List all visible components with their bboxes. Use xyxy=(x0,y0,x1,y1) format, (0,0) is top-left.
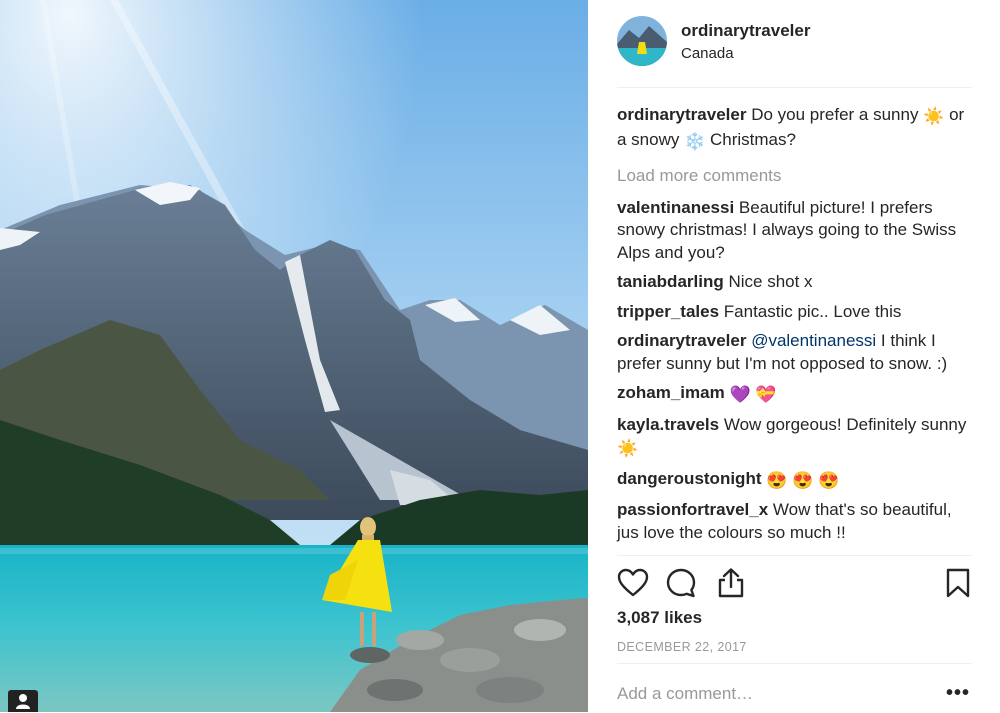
comment-username[interactable]: ordinarytraveler xyxy=(617,331,746,350)
add-comment-input[interactable] xyxy=(617,684,917,704)
post-photo[interactable] xyxy=(0,0,588,712)
caption-text-1: Do you prefer a sunny xyxy=(751,105,924,124)
heart-icon[interactable] xyxy=(617,567,649,599)
comment-item: valentinanessi Beautiful picture! I pref… xyxy=(617,197,977,265)
comments-list: ordinarytraveler Do you prefer a sunny ☀… xyxy=(617,104,977,551)
heart-eyes-emoji-icon: 😍 😍 😍 xyxy=(766,470,840,490)
comment-username[interactable]: dangeroustonight xyxy=(617,469,761,488)
avatar[interactable] xyxy=(617,16,667,66)
comment-text: Nice shot x xyxy=(728,272,813,291)
comment-text: Fantastic pic.. Love this xyxy=(723,301,902,321)
post-location[interactable]: Canada xyxy=(681,45,734,62)
comment-text: Wow gorgeous! Definitely sunny xyxy=(723,414,967,434)
comment-item: ordinarytraveler @valentinanessi I think… xyxy=(617,330,977,375)
comment-username[interactable]: zoham_imam xyxy=(617,383,725,402)
more-options-icon[interactable]: ••• xyxy=(946,683,970,703)
sun-emoji-icon: ☀️ xyxy=(923,107,945,126)
post-actions-bar xyxy=(617,555,972,604)
comment-item: zoham_imam 💜 💝 xyxy=(617,382,977,407)
post-side-panel: ordinarytraveler Canada ordinarytraveler… xyxy=(588,0,1000,712)
likes-count[interactable]: 3,087 likes xyxy=(617,608,702,628)
caption-text-3: Christmas? xyxy=(705,129,796,149)
heart-emoji-icon: 💜 💝 xyxy=(729,385,777,404)
post-header: ordinarytraveler Canada xyxy=(617,16,972,88)
caption: ordinarytraveler Do you prefer a sunny ☀… xyxy=(617,104,977,153)
share-icon[interactable] xyxy=(715,567,747,599)
comment-username[interactable]: passionfortravel_x xyxy=(617,500,768,519)
snowflake-emoji-icon: ❄️ xyxy=(684,131,706,151)
comment-username[interactable]: valentinanessi xyxy=(617,198,734,217)
add-comment-section: ••• xyxy=(617,663,972,713)
lake-mountain-photo xyxy=(0,0,588,712)
comment-username[interactable]: tripper_tales xyxy=(617,302,719,321)
comment-username[interactable]: taniabdarling xyxy=(617,272,724,291)
comment-item: taniabdarling Nice shot x xyxy=(617,271,977,294)
comment-item: passionfortravel_x Wow that's so beautif… xyxy=(617,499,977,544)
comment-mention-link[interactable]: @valentinanessi xyxy=(751,331,876,350)
comment-item: kayla.travels Wow gorgeous! Definitely s… xyxy=(617,414,977,461)
load-more-comments-button[interactable]: Load more comments xyxy=(617,165,977,188)
post-date: DECEMBER 22, 2017 xyxy=(617,640,747,654)
comment-bubble-icon[interactable] xyxy=(665,567,697,599)
sun-emoji-icon: ☀️ xyxy=(617,439,639,458)
comment-username[interactable]: kayla.travels xyxy=(617,415,719,434)
comment-item: dangeroustonight 😍 😍 😍 xyxy=(617,468,977,493)
post-username[interactable]: ordinarytraveler xyxy=(681,21,810,41)
caption-username[interactable]: ordinarytraveler xyxy=(617,105,746,124)
bookmark-icon[interactable] xyxy=(942,567,974,599)
user-tag-icon[interactable] xyxy=(8,690,38,712)
comment-item: tripper_tales Fantastic pic.. Love this xyxy=(617,301,977,324)
